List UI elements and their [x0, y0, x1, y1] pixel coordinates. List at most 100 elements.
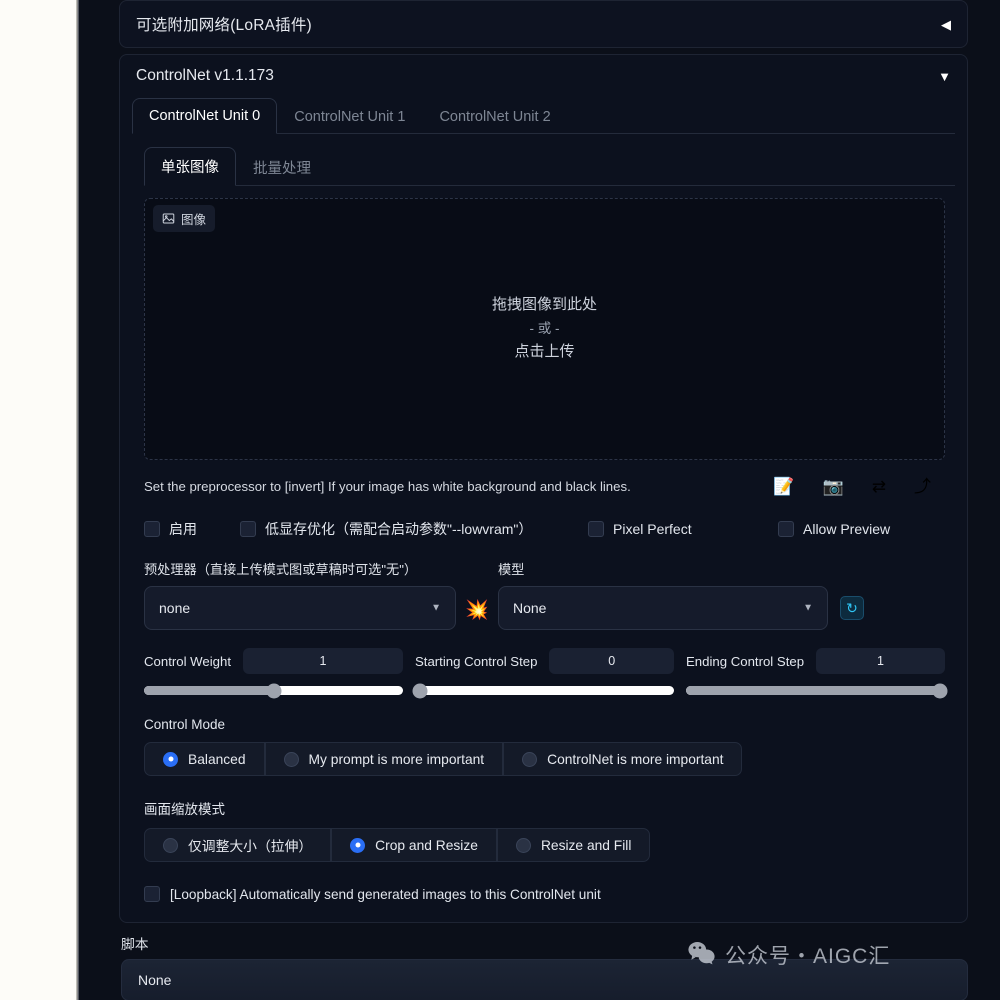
checkbox-loopback-label: [Loopback] Automatically send generated …	[170, 886, 601, 902]
tab-controlnet-unit-0[interactable]: ControlNet Unit 0	[132, 98, 278, 134]
triangle-down-icon[interactable]: ▼	[938, 70, 951, 83]
control-weight-label: Control Weight	[144, 653, 231, 669]
radio-controlnet-important-dot[interactable]	[522, 751, 538, 767]
spark-icon[interactable]: 💥	[460, 601, 494, 620]
control-weight-slider[interactable]	[144, 683, 403, 698]
script-select[interactable]: None	[121, 959, 968, 1000]
triangle-left-icon[interactable]: ◀	[941, 18, 951, 31]
checkbox-allow-preview-box[interactable]	[778, 521, 794, 537]
radio-resize-and-fill-label: Resize and Fill	[540, 837, 632, 853]
checkbox-pixel-perfect-box[interactable]	[588, 521, 604, 537]
control-mode-label: Control Mode	[144, 717, 226, 732]
tab-controlnet-unit-2[interactable]: ControlNet Unit 2	[422, 99, 567, 134]
ending-control-step-fill	[686, 686, 940, 695]
image-dropzone[interactable]: 图像 拖拽图像到此处 - 或 - 点击上传	[144, 198, 945, 460]
starting-control-step-slider[interactable]	[412, 683, 674, 698]
checkbox-allow-preview-label: Allow Preview	[803, 521, 891, 537]
lora-panel[interactable]: 可选附加网络(LoRA插件) ◀	[119, 0, 968, 48]
radio-balanced-dot[interactable]	[163, 751, 178, 767]
dropzone-line-drag: 拖拽图像到此处	[491, 296, 597, 314]
lora-panel-header[interactable]: 可选附加网络(LoRA插件) ◀	[120, 1, 967, 47]
radio-balanced-label: Balanced	[188, 751, 246, 767]
radio-resize-and-fill-dot[interactable]	[515, 837, 531, 853]
radio-resize-and-fill[interactable]: Resize and Fill	[496, 828, 651, 862]
radio-crop-and-resize-dot[interactable]	[350, 837, 366, 853]
resize-mode-label: 画面缩放模式	[144, 802, 225, 817]
image-icon	[162, 212, 175, 225]
controlnet-mode-tabs: 单张图像 批量处理	[144, 146, 955, 186]
starting-control-step-value[interactable]: 0	[549, 648, 674, 674]
checkbox-pixel-perfect[interactable]: Pixel Perfect	[588, 521, 778, 537]
radio-crop-and-resize[interactable]: Crop and Resize	[331, 828, 497, 862]
radio-balanced[interactable]: Balanced	[144, 742, 265, 776]
radio-my-prompt-important[interactable]: My prompt is more important	[264, 742, 504, 776]
image-badge: 图像	[153, 205, 216, 232]
radio-just-resize-dot[interactable]	[163, 837, 178, 853]
preprocessor-hint-row: Set the preprocessor to [invert] If your…	[120, 460, 967, 495]
dropzone-instructions: 拖拽图像到此处 - 或 - 点击上传	[492, 293, 597, 365]
tab-batch-process[interactable]: 批量处理	[236, 148, 328, 186]
control-weight-value[interactable]: 1	[242, 648, 403, 674]
preprocessor-select[interactable]: none ▼	[144, 586, 456, 630]
page-gutter-edge	[76, 0, 79, 1000]
image-action-icons: 📝 📷 ⇄ ⤴	[773, 478, 945, 495]
checkbox-lowvram-box[interactable]	[240, 521, 256, 537]
radio-my-prompt-important-dot[interactable]	[283, 751, 299, 767]
option-checkbox-row: 启用 低显存优化（需配合启动参数"--lowvram"） Pixel Perfe…	[120, 495, 967, 539]
model-value: None	[513, 600, 547, 616]
chevron-down-icon[interactable]: ▼	[431, 603, 441, 614]
model-select[interactable]: None ▼	[498, 586, 828, 630]
ending-control-step-label: Ending Control Step	[686, 653, 805, 669]
chevron-down-icon[interactable]: ▼	[803, 603, 813, 614]
tab-controlnet-unit-1[interactable]: ControlNet Unit 1	[277, 99, 422, 134]
checkbox-enable[interactable]: 启用	[144, 519, 240, 539]
ending-control-step-value[interactable]: 1	[816, 648, 945, 674]
model-column: 模型 None ▼	[498, 559, 828, 630]
checkbox-loopback-box[interactable]	[144, 886, 160, 902]
swap-arrows-icon[interactable]: ⇄	[872, 478, 886, 495]
radio-just-resize[interactable]: 仅调整大小（拉伸）	[144, 828, 332, 862]
radio-just-resize-label: 仅调整大小（拉伸）	[188, 839, 313, 854]
resize-mode-radio-group: 仅调整大小（拉伸） Crop and Resize Resize and Fil…	[120, 818, 967, 862]
preprocessor-value: none	[159, 600, 191, 616]
screenshot-root: 可选附加网络(LoRA插件) ◀ ControlNet v1.1.173 ▼ C…	[0, 0, 1000, 1000]
control-mode-radio-group: Balanced My prompt is more important Con…	[120, 732, 967, 776]
tab-single-image[interactable]: 单张图像	[144, 147, 236, 186]
dropzone-line-click-upload[interactable]: 点击上传	[492, 340, 597, 365]
starting-control-step-knob[interactable]	[412, 683, 428, 698]
model-label: 模型	[498, 562, 525, 577]
controlnet-panel-title: ControlNet v1.1.173	[136, 67, 274, 84]
image-badge-label: 图像	[181, 213, 207, 227]
slider-ending-control-step: Ending Control Step 1	[686, 648, 948, 698]
starting-control-step-label: Starting Control Step	[415, 653, 538, 669]
checkbox-lowvram[interactable]: 低显存优化（需配合启动参数"--lowvram"）	[240, 519, 588, 539]
send-arrow-icon[interactable]: ⤴	[914, 478, 931, 495]
ending-control-step-knob[interactable]	[932, 683, 948, 698]
radio-controlnet-important[interactable]: ControlNet is more important	[503, 742, 743, 776]
checkbox-pixel-perfect-label: Pixel Perfect	[613, 521, 692, 537]
dropzone-wrapper: 图像 拖拽图像到此处 - 或 - 点击上传	[120, 186, 967, 460]
control-weight-knob[interactable]	[266, 683, 281, 698]
page-gutter-left	[0, 0, 78, 1000]
refresh-icon[interactable]: ↻	[840, 596, 864, 620]
slider-starting-control-step: Starting Control Step 0	[412, 648, 674, 698]
webui-app: 可选附加网络(LoRA插件) ◀ ControlNet v1.1.173 ▼ C…	[79, 0, 1000, 1000]
script-value: None	[138, 972, 172, 988]
checkbox-enable-box[interactable]	[144, 521, 160, 537]
preprocessor-label: 预处理器（直接上传模式图或草稿时可选"无"）	[144, 562, 418, 577]
preprocessor-model-row: 预处理器（直接上传模式图或草稿时可选"无"） none ▼ 💥 模型 None …	[120, 539, 967, 630]
slider-control-weight: Control Weight 1	[144, 648, 403, 698]
edit-document-icon[interactable]: 📝	[773, 478, 794, 495]
controlnet-unit-tabs: ControlNet Unit 0 ControlNet Unit 1 Cont…	[132, 97, 955, 134]
checkbox-enable-label: 启用	[169, 521, 197, 537]
camera-icon[interactable]: 📷	[823, 478, 844, 495]
controlnet-panel-header[interactable]: ControlNet v1.1.173 ▼	[120, 55, 967, 91]
checkbox-lowvram-label: 低显存优化（需配合启动参数"--lowvram"）	[265, 521, 533, 537]
slider-row: Control Weight 1 Starting Control Step 0	[120, 630, 967, 698]
radio-crop-and-resize-label: Crop and Resize	[375, 837, 478, 853]
checkbox-allow-preview[interactable]: Allow Preview	[778, 521, 890, 537]
preprocessor-column: 预处理器（直接上传模式图或草稿时可选"无"） none ▼	[144, 559, 456, 630]
checkbox-loopback[interactable]: [Loopback] Automatically send generated …	[120, 862, 967, 920]
control-weight-fill	[144, 686, 274, 695]
ending-control-step-slider[interactable]	[686, 683, 948, 698]
